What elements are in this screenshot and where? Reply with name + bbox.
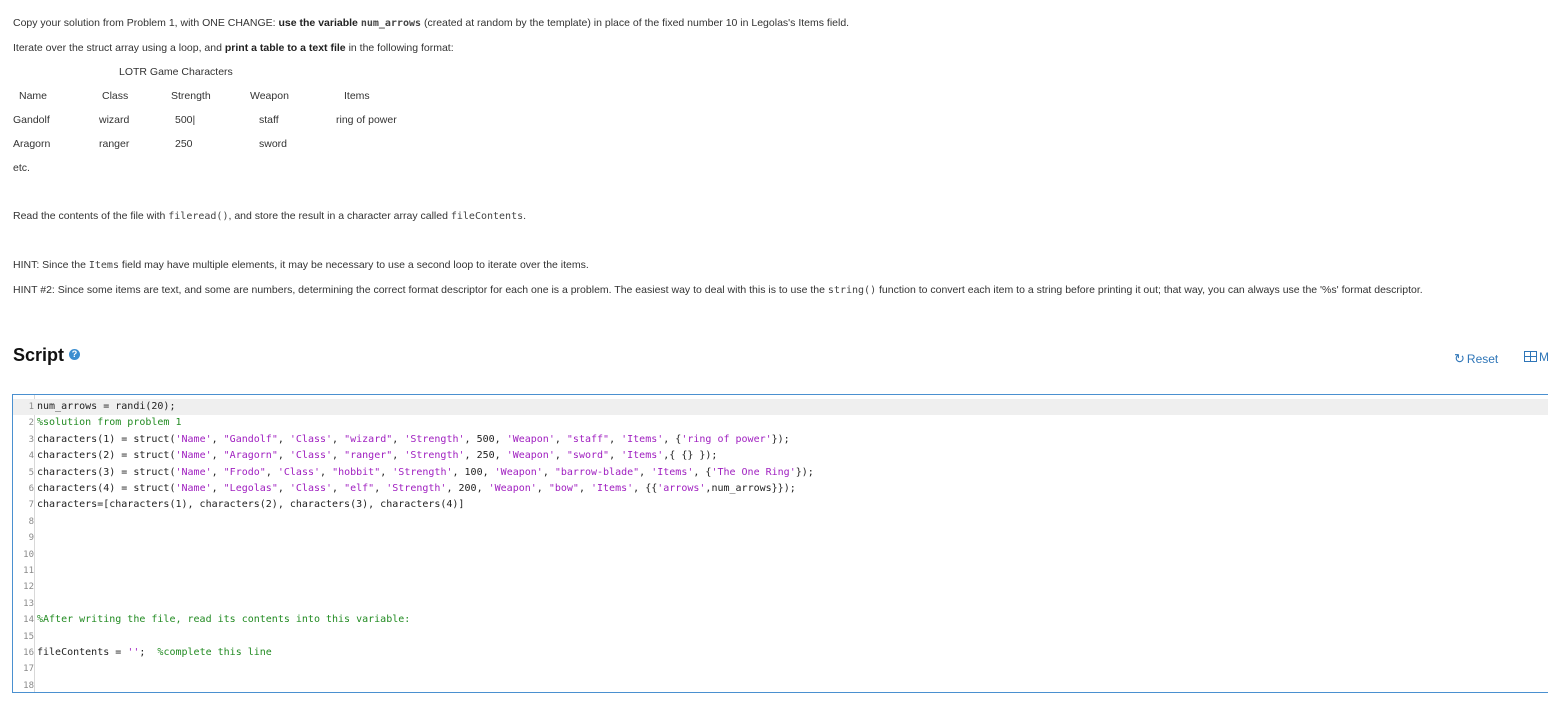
code-line[interactable]: 1 num_arrows = randi(20);	[13, 399, 1548, 415]
code-line[interactable]: 15	[13, 629, 1548, 645]
reset-button[interactable]: ↻ Reset	[1454, 351, 1498, 367]
line-number: 15	[23, 631, 34, 642]
line-number: 8	[28, 516, 34, 527]
code-line[interactable]: 7 characters=[characters(1), characters(2…	[13, 497, 1548, 513]
more-label: M	[1539, 350, 1548, 364]
reset-icon: ↻	[1454, 351, 1465, 366]
code-text[interactable]: num_arrows = randi(20);	[37, 399, 175, 415]
code-editor[interactable]: 1 num_arrows = randi(20); 2 %solution from …	[12, 394, 1548, 693]
code-text[interactable]: characters(4) = struct('Name', "Legolas"…	[37, 481, 796, 497]
instruction-line-1: Copy your solution from Problem 1, with …	[13, 17, 849, 29]
code-line[interactable]: 2 %solution from problem 1	[13, 415, 1548, 431]
code-line[interactable]: 4 characters(2) = struct('Name', "Aragorn…	[13, 448, 1548, 464]
table-cell: sword	[259, 138, 288, 150]
table-cell: wizard	[99, 114, 130, 126]
line-number: 9	[28, 533, 34, 544]
more-button[interactable]: M	[1524, 350, 1548, 364]
code-line[interactable]: 12	[13, 579, 1548, 595]
hint-2: HINT #2: Since some items are text, and …	[13, 284, 1423, 296]
code-line[interactable]: 8	[13, 514, 1548, 530]
table-header-strength: Strength	[171, 90, 211, 102]
hint-1: HINT: Since the Items field may have mul…	[13, 259, 589, 271]
code-line[interactable]: 17	[13, 661, 1548, 677]
table-header-weapon: Weapon	[250, 90, 289, 102]
instruction-line-2: Iterate over the struct array using a lo…	[13, 42, 454, 54]
line-number: 1	[28, 402, 34, 412]
line-number: 11	[23, 566, 34, 576]
reset-label: Reset	[1466, 352, 1499, 366]
table-cell: 250	[175, 138, 193, 150]
code-text[interactable]: characters(2) = struct('Name', "Aragorn"…	[37, 448, 717, 464]
grid-icon	[1524, 351, 1537, 362]
instruction-text: Copy your solution from Problem 1, with …	[13, 17, 279, 29]
question-icon[interactable]: ?	[69, 349, 80, 360]
table-cell: ring of power	[336, 114, 397, 126]
line-number: 12	[23, 582, 34, 593]
code-text[interactable]: fileContents = ''; %complete this line	[37, 645, 272, 661]
code-line[interactable]: 9	[13, 530, 1548, 546]
instruction-text: Iterate over the struct array using a lo…	[13, 42, 225, 54]
code-line[interactable]: 13	[13, 596, 1548, 612]
code-line[interactable]: 5 characters(3) = struct('Name', "Frodo",…	[13, 465, 1548, 481]
instruction-bold: print a table to a text file	[224, 42, 346, 54]
table-header-class: Class	[102, 90, 129, 102]
line-number: 5	[28, 467, 34, 478]
table-etc: etc.	[13, 162, 30, 174]
line-number: 7	[28, 500, 34, 511]
code-text[interactable]: %solution from problem 1	[37, 415, 182, 431]
line-number: 4	[28, 451, 34, 462]
table-cell: Gandolf	[13, 114, 50, 126]
code-text[interactable]: characters(1) = struct('Name', "Gandolf"…	[37, 432, 790, 448]
line-number: 10	[23, 549, 34, 560]
table-cell: 500|	[175, 114, 196, 126]
code-line[interactable]: 6 characters(4) = struct('Name', "Legolas…	[13, 481, 1548, 497]
read-instruction: Read the contents of the file with filer…	[13, 210, 527, 222]
code-text[interactable]: characters=[characters(1), characters(2)…	[37, 497, 464, 513]
code-line[interactable]: 11	[13, 563, 1548, 579]
code-line[interactable]: 16 fileContents = ''; %complete this line	[13, 645, 1548, 661]
code-text[interactable]: characters(3) = struct('Name', "Frodo", …	[37, 465, 814, 481]
line-number: 17	[23, 664, 34, 675]
table-header-items: Items	[344, 90, 370, 102]
instruction-text: (created at random by the template) in p…	[421, 17, 850, 29]
code-line[interactable]: 14 %After writing the file, read its cont…	[13, 612, 1548, 628]
line-number: 2	[28, 418, 34, 429]
code-text[interactable]: %After writing the file, read its conten…	[37, 612, 410, 628]
line-number: 3	[28, 434, 34, 445]
line-number: 18	[23, 680, 34, 691]
code-line[interactable]: 10	[13, 547, 1548, 563]
line-number: 13	[23, 598, 34, 609]
instruction-bold: use the variable num_arrows	[278, 17, 422, 29]
line-number: 14	[23, 615, 34, 626]
line-number: 16	[23, 648, 34, 658]
table-cell: ranger	[99, 138, 130, 150]
table-cell: Aragorn	[13, 138, 51, 150]
code-line[interactable]: 18	[13, 678, 1548, 692]
table-cell: staff	[259, 114, 279, 126]
script-heading: Script	[13, 345, 65, 365]
line-number: 6	[28, 484, 34, 494]
code-line[interactable]: 3 characters(1) = struct('Name', "Gandolf…	[13, 432, 1548, 448]
table-header-name: Name	[19, 90, 48, 102]
table-title: LOTR Game Characters	[119, 66, 233, 78]
instruction-text: in the following format:	[345, 42, 454, 54]
